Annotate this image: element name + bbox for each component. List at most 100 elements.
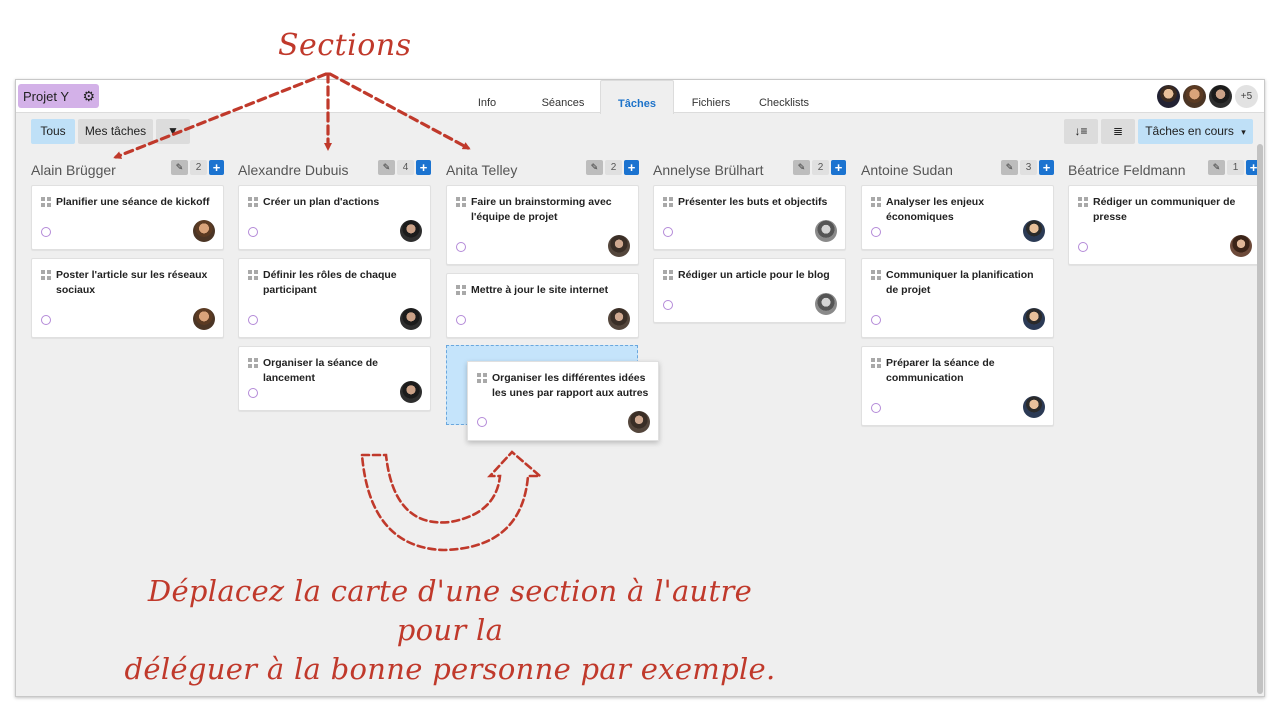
- filter-all-button[interactable]: Tous: [31, 119, 75, 144]
- drag-handle-icon[interactable]: [248, 358, 258, 368]
- tab-info[interactable]: Info: [471, 80, 503, 114]
- member-avatar[interactable]: [1157, 85, 1180, 108]
- drag-handle-icon[interactable]: [1078, 197, 1088, 207]
- status-filter-label: Tâches en cours: [1145, 124, 1234, 138]
- drag-handle-icon[interactable]: [41, 270, 51, 280]
- annotation-note-line: déléguer à la bonne personne par exemple…: [124, 652, 776, 686]
- magic-wand-icon[interactable]: ✎: [1001, 160, 1018, 175]
- drag-handle-icon[interactable]: [248, 197, 258, 207]
- task-checkbox[interactable]: [663, 300, 673, 310]
- drag-handle-icon[interactable]: [456, 285, 466, 295]
- magic-wand-icon[interactable]: ✎: [586, 160, 603, 175]
- funnel-icon: ▼: [167, 124, 179, 138]
- drag-handle-icon[interactable]: [663, 270, 673, 280]
- more-members-badge[interactable]: +5: [1235, 85, 1258, 108]
- member-avatar[interactable]: [1183, 85, 1206, 108]
- task-card[interactable]: Présenter les buts et objectifs: [653, 185, 846, 250]
- task-card[interactable]: Planifier une séance de kickoff: [31, 185, 224, 250]
- filter-button[interactable]: ▼: [156, 119, 190, 144]
- task-checkbox[interactable]: [871, 403, 881, 413]
- tab-fichiers[interactable]: Fichiers: [690, 80, 732, 114]
- section-header: Béatrice Feldmann ✎ 1 +: [1068, 157, 1261, 185]
- task-checkbox[interactable]: [871, 315, 881, 325]
- section-column: Alain Brügger ✎ 2 + Planifier une séance…: [31, 157, 224, 338]
- task-card[interactable]: Rédiger un article pour le blog: [653, 258, 846, 323]
- task-card[interactable]: Communiquer la planification de projet: [861, 258, 1054, 338]
- annotation-note-line: Déplacez la carte d'une section à l'autr…: [147, 574, 753, 647]
- tab-taches[interactable]: Tâches: [600, 80, 674, 114]
- task-checkbox[interactable]: [41, 227, 51, 237]
- task-card[interactable]: Analyser les enjeux économiques: [861, 185, 1054, 250]
- assignee-avatar: [628, 411, 650, 433]
- list-view-button[interactable]: ≣: [1101, 119, 1135, 144]
- task-checkbox[interactable]: [871, 227, 881, 237]
- section-column: Antoine Sudan ✎ 3 + Analyser les enjeux …: [861, 157, 1054, 426]
- sort-button[interactable]: ↓≡: [1064, 119, 1098, 144]
- dragged-task-card[interactable]: Organiser les différentes idées les unes…: [467, 361, 659, 441]
- task-checkbox[interactable]: [456, 242, 466, 252]
- gear-icon[interactable]: ⚙: [82, 88, 95, 105]
- add-task-button[interactable]: +: [209, 160, 224, 175]
- drag-handle-icon[interactable]: [871, 197, 881, 207]
- task-checkbox[interactable]: [456, 315, 466, 325]
- task-checkbox[interactable]: [1078, 242, 1088, 252]
- add-task-button[interactable]: +: [416, 160, 431, 175]
- chevron-down-icon: ▾: [1241, 127, 1246, 137]
- assignee-avatar: [400, 308, 422, 330]
- task-card[interactable]: Préparer la séance de communication: [861, 346, 1054, 426]
- add-task-button[interactable]: +: [624, 160, 639, 175]
- annotation-note: Déplacez la carte d'une section à l'autr…: [120, 572, 780, 689]
- section-header: Alexandre Dubuis ✎ 4 +: [238, 157, 431, 185]
- task-card[interactable]: Créer un plan d'actions: [238, 185, 431, 250]
- task-card[interactable]: Organiser la séance de lancement: [238, 346, 431, 411]
- section-name: Anita Telley: [446, 162, 518, 178]
- task-checkbox[interactable]: [477, 417, 487, 427]
- task-card[interactable]: Mettre à jour le site internet: [446, 273, 639, 338]
- my-tasks-button[interactable]: Mes tâches: [78, 119, 153, 144]
- task-count-badge: 1: [1227, 160, 1244, 175]
- task-card[interactable]: Poster l'article sur les réseaux sociaux: [31, 258, 224, 338]
- task-checkbox[interactable]: [248, 227, 258, 237]
- assignee-avatar: [400, 381, 422, 403]
- tab-checklists[interactable]: Checklists: [756, 80, 812, 114]
- task-card[interactable]: Faire un brainstorming avec l'équipe de …: [446, 185, 639, 265]
- member-avatar[interactable]: [1209, 85, 1232, 108]
- add-task-button[interactable]: +: [831, 160, 846, 175]
- drag-handle-icon[interactable]: [871, 270, 881, 280]
- tab-seances[interactable]: Séances: [538, 80, 588, 114]
- task-checkbox[interactable]: [248, 315, 258, 325]
- section-header: Antoine Sudan ✎ 3 +: [861, 157, 1054, 185]
- section-column: Annelyse Brülhart ✎ 2 + Présenter les bu…: [653, 157, 846, 323]
- section-name: Antoine Sudan: [861, 162, 953, 178]
- annotation-sections-label: Sections: [278, 28, 412, 63]
- task-title: Rédiger un article pour le blog: [678, 269, 830, 281]
- status-filter-dropdown[interactable]: Tâches en cours ▾: [1138, 119, 1253, 144]
- task-checkbox[interactable]: [248, 388, 258, 398]
- magic-wand-icon[interactable]: ✎: [793, 160, 810, 175]
- task-title: Créer un plan d'actions: [263, 196, 380, 208]
- task-title: Planifier une séance de kickoff: [56, 196, 210, 208]
- drag-handle-icon[interactable]: [456, 197, 466, 207]
- magic-wand-icon[interactable]: ✎: [378, 160, 395, 175]
- task-checkbox[interactable]: [41, 315, 51, 325]
- drag-handle-icon[interactable]: [663, 197, 673, 207]
- assignee-avatar: [400, 220, 422, 242]
- task-title: Faire un brainstorming avec l'équipe de …: [471, 196, 612, 223]
- drag-handle-icon[interactable]: [41, 197, 51, 207]
- task-card[interactable]: Rédiger un communiquer de presse: [1068, 185, 1261, 265]
- drag-handle-icon[interactable]: [248, 270, 258, 280]
- project-name: Projet Y: [23, 88, 70, 104]
- task-card[interactable]: Définir les rôles de chaque participant: [238, 258, 431, 338]
- drag-handle-icon[interactable]: [871, 358, 881, 368]
- section-name: Alain Brügger: [31, 162, 116, 178]
- task-count-badge: 2: [812, 160, 829, 175]
- magic-wand-icon[interactable]: ✎: [1208, 160, 1225, 175]
- add-task-button[interactable]: +: [1039, 160, 1054, 175]
- drag-handle-icon[interactable]: [477, 373, 487, 383]
- task-checkbox[interactable]: [663, 227, 673, 237]
- assignee-avatar: [815, 293, 837, 315]
- assignee-avatar: [815, 220, 837, 242]
- project-selector[interactable]: Projet Y ⚙: [18, 84, 99, 108]
- magic-wand-icon[interactable]: ✎: [171, 160, 188, 175]
- vertical-scrollbar[interactable]: [1257, 144, 1263, 694]
